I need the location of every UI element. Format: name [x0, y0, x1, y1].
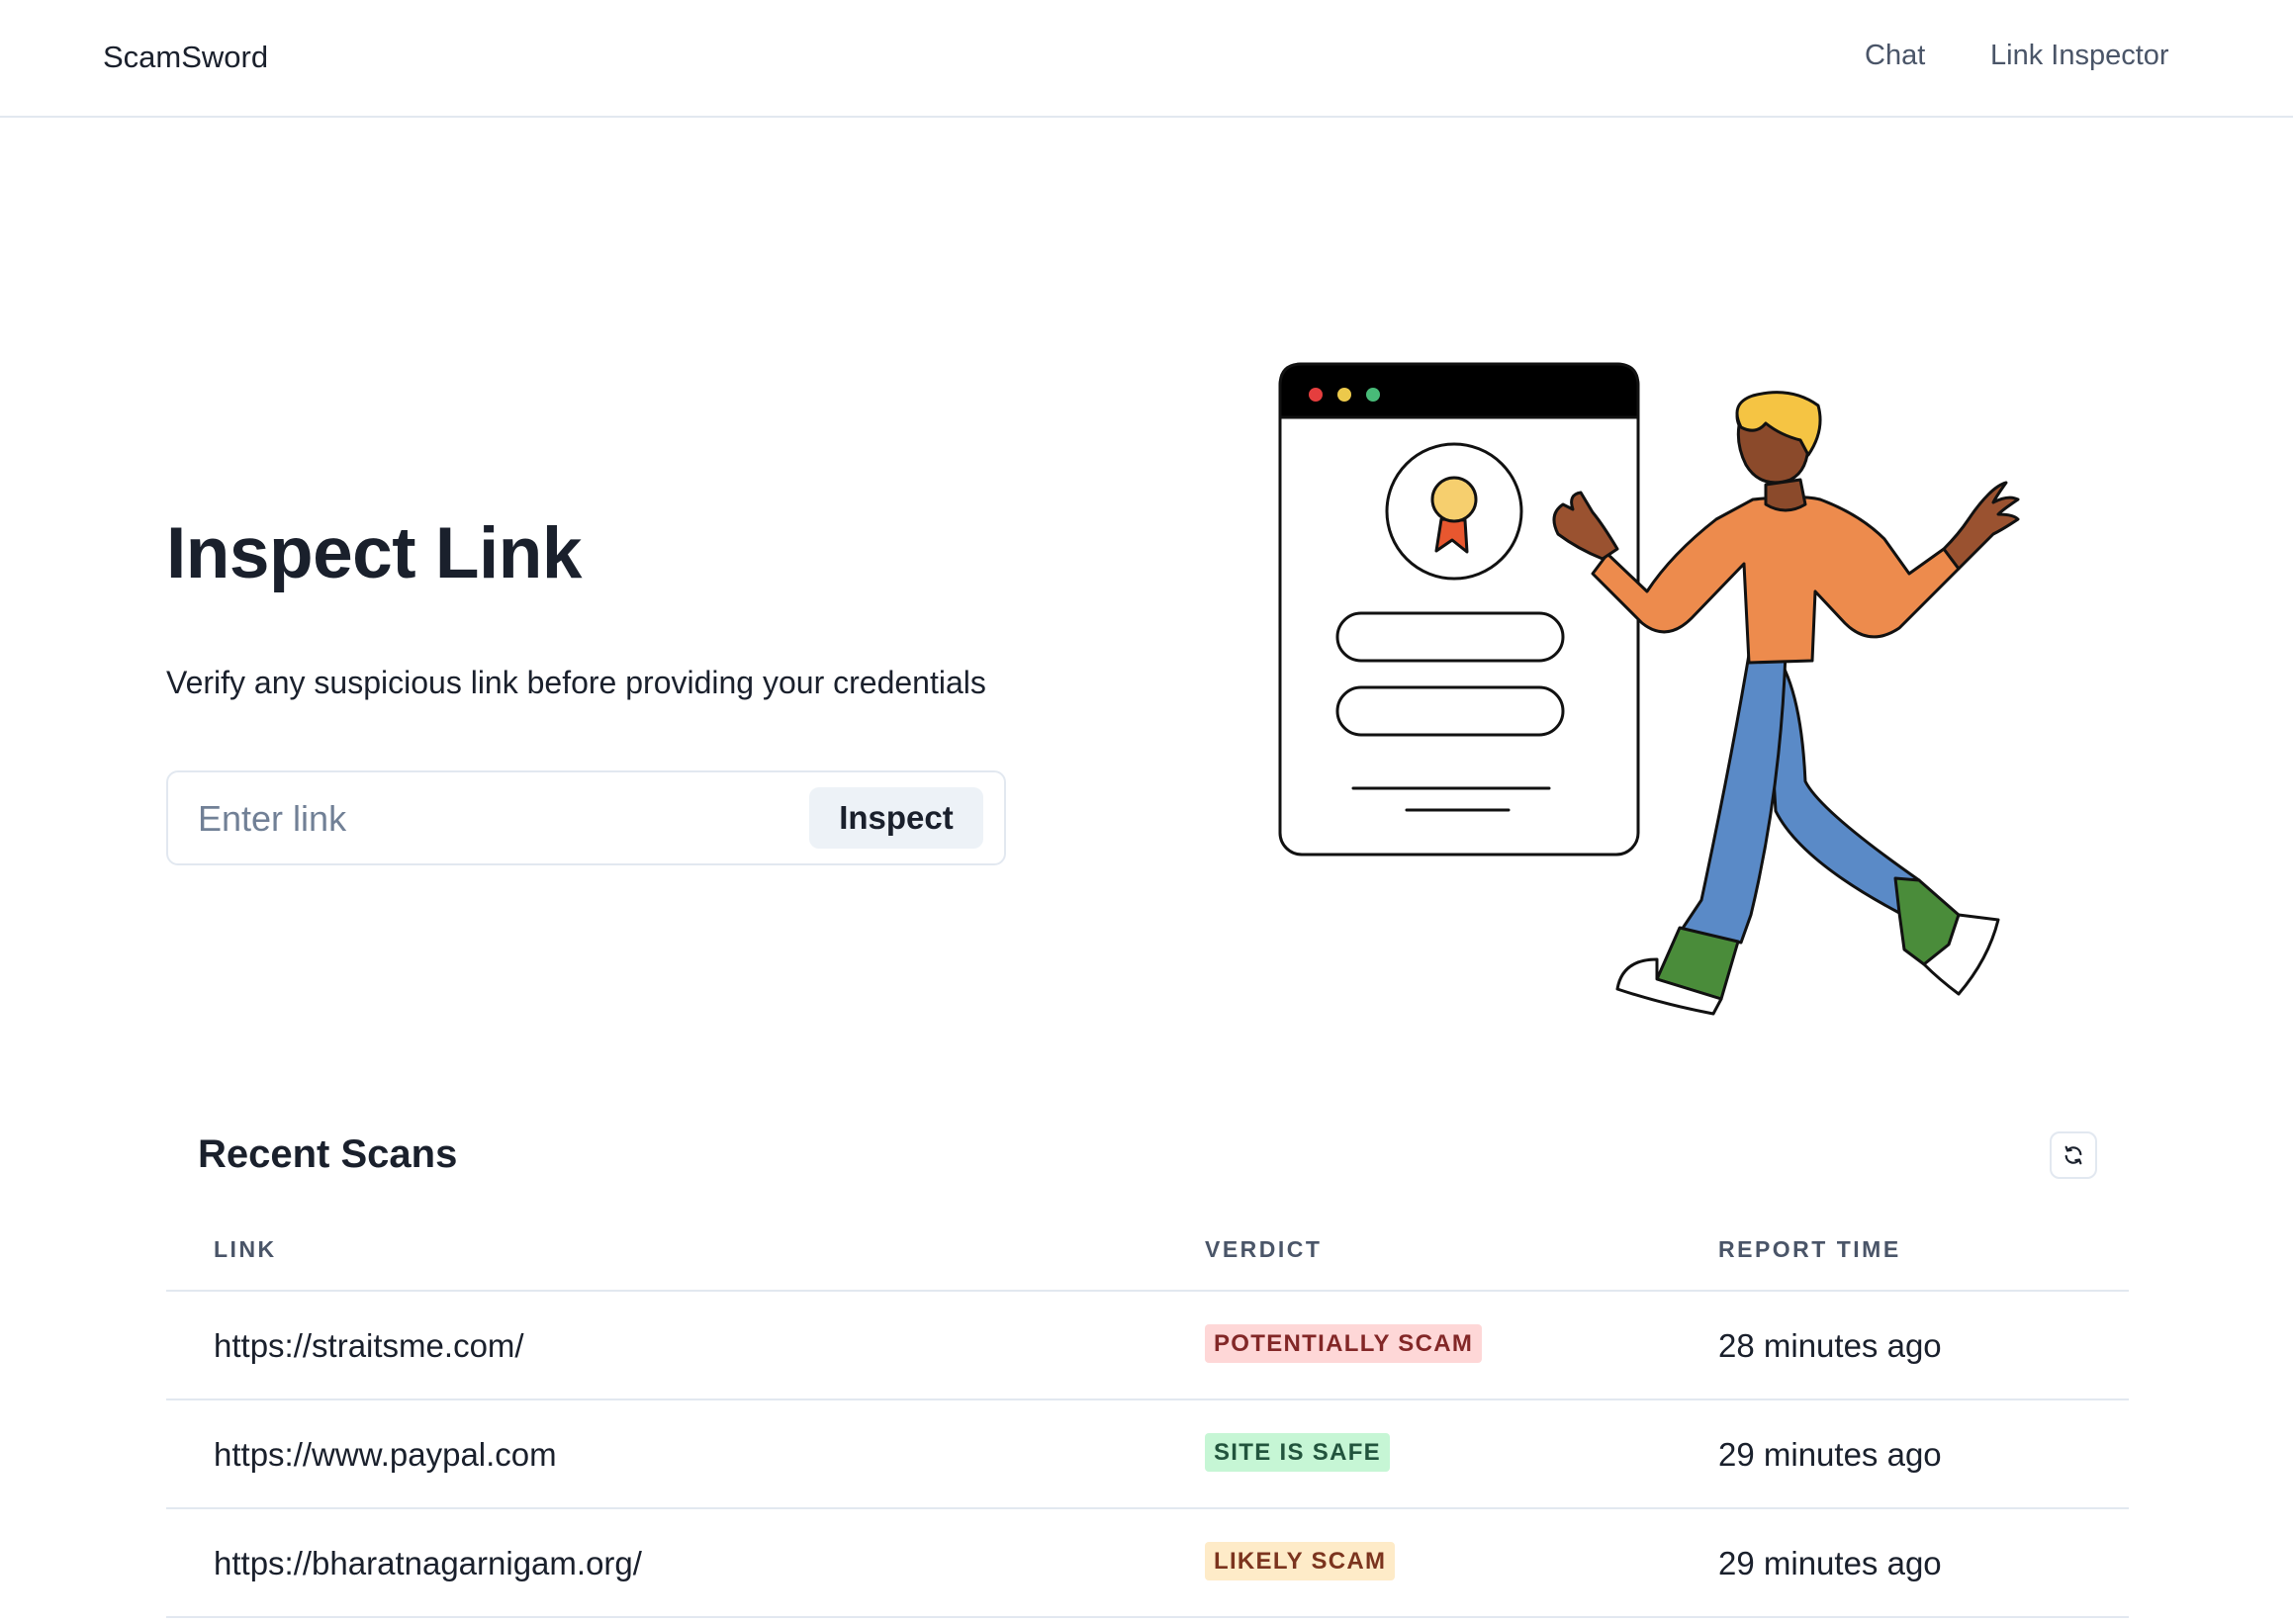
- nav-link-chat[interactable]: Chat: [1865, 40, 1925, 72]
- link-input[interactable]: [198, 794, 752, 844]
- page-subtitle: Verify any suspicious link before provid…: [166, 665, 986, 700]
- table-row: https://bharatnagarnigam.org/ LIKELY SCA…: [166, 1509, 2129, 1618]
- verdict-badge: LIKELY SCAM: [1205, 1542, 1396, 1580]
- person-certificate-illustration: [1278, 362, 2020, 1016]
- table-row: https://straitsme.com/ POTENTIALLY SCAM …: [166, 1292, 2129, 1400]
- report-time: 29 minutes ago: [1718, 1545, 1942, 1581]
- inspect-button[interactable]: Inspect: [809, 787, 983, 849]
- report-time: 29 minutes ago: [1718, 1436, 1942, 1473]
- verdict-badge: POTENTIALLY SCAM: [1205, 1324, 1483, 1363]
- brand-logo[interactable]: ScamSword: [103, 40, 268, 75]
- scan-link[interactable]: https://straitsme.com/: [214, 1327, 524, 1365]
- report-time: 28 minutes ago: [1718, 1327, 1942, 1364]
- refresh-button[interactable]: [2050, 1131, 2097, 1179]
- verdict-badge: SITE IS SAFE: [1205, 1433, 1390, 1472]
- column-header-link: LINK: [214, 1236, 277, 1262]
- recent-scans-title: Recent Scans: [198, 1132, 458, 1176]
- scan-link[interactable]: https://bharatnagarnigam.org/: [214, 1545, 642, 1582]
- navbar: ScamSword Chat Link Inspector: [0, 0, 2293, 118]
- table-header: LINK VERDICT REPORT TIME: [166, 1217, 2129, 1292]
- column-header-report-time: REPORT TIME: [1718, 1236, 1901, 1262]
- nav-link-link-inspector[interactable]: Link Inspector: [1990, 40, 2169, 72]
- recent-scans-table: LINK VERDICT REPORT TIME https://straits…: [166, 1217, 2129, 1618]
- link-search-form: Inspect: [166, 770, 1006, 865]
- refresh-icon: [2064, 1145, 2082, 1165]
- scan-link[interactable]: https://www.paypal.com: [214, 1436, 557, 1474]
- page-title: Inspect Link: [166, 513, 582, 593]
- column-header-verdict: VERDICT: [1205, 1236, 1323, 1262]
- table-row: https://www.paypal.com SITE IS SAFE 29 m…: [166, 1400, 2129, 1509]
